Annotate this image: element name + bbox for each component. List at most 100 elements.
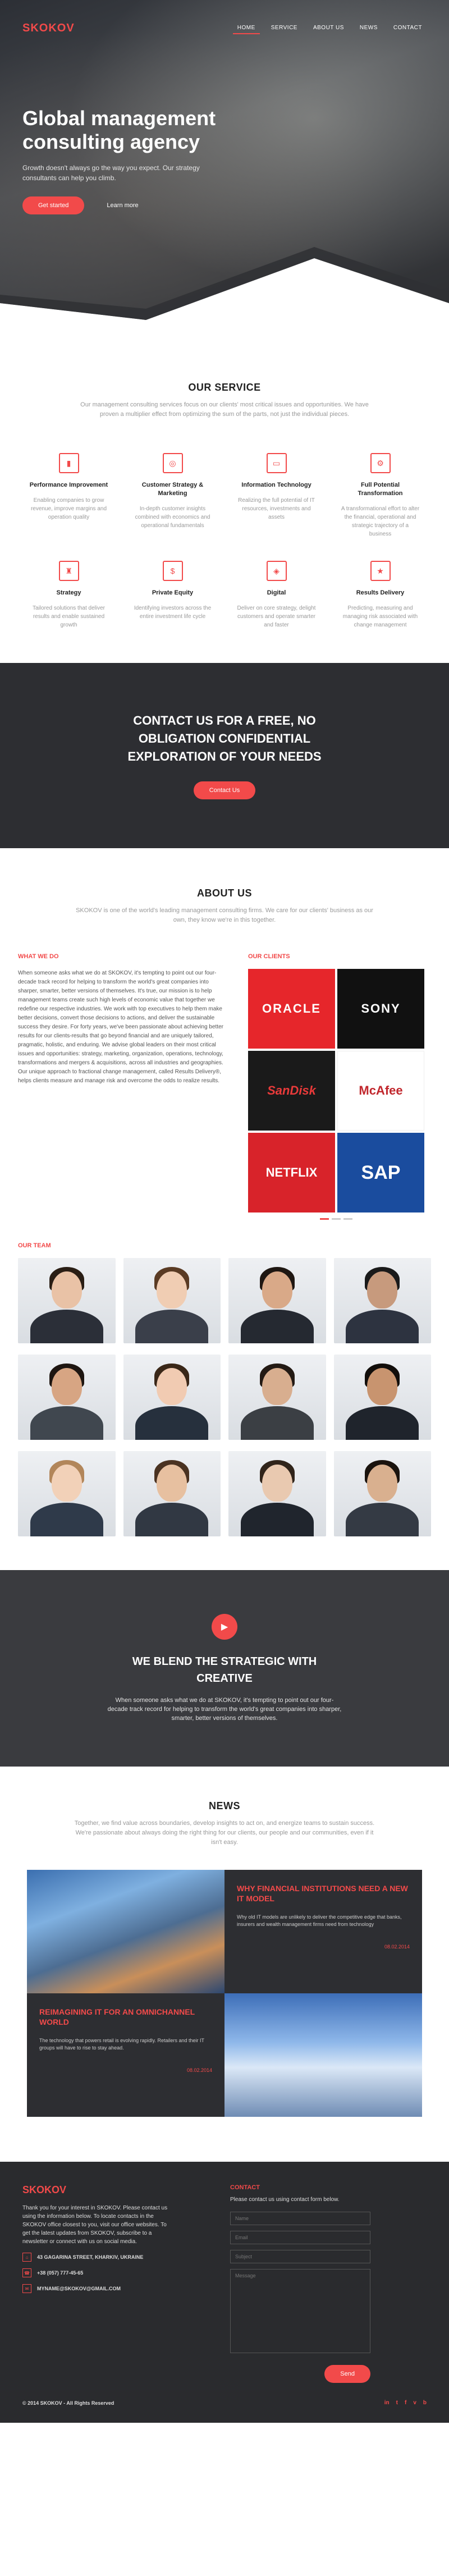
- team-member-photo[interactable]: [18, 1451, 116, 1536]
- contact-banner: CONTACT US FOR A FREE, NO OBLIGATION CON…: [0, 663, 449, 848]
- contact-form-title: CONTACT: [230, 2184, 260, 2191]
- footer-bottom-bar: © 2014 SKOKOV - All Rights Reserved in t…: [22, 2400, 427, 2406]
- subject-field[interactable]: [230, 2250, 370, 2263]
- nav-news[interactable]: NEWS: [355, 22, 382, 34]
- video-section: ▶ WE BLEND THE STRATEGIC WITH CREATIVE W…: [0, 1570, 449, 1767]
- service-text: Realizing the full potential of IT resou…: [238, 497, 315, 520]
- carousel-dot[interactable]: [343, 1218, 352, 1220]
- nav-home[interactable]: HOME: [232, 22, 260, 34]
- member-body: [135, 1310, 209, 1343]
- team-grid: [18, 1258, 431, 1536]
- hero-title: Global management consulting agency: [22, 107, 216, 153]
- about-columns: WHAT WE DO When someone asks what we do …: [18, 953, 431, 1220]
- member-body: [346, 1406, 419, 1440]
- member-body: [240, 1503, 314, 1536]
- phone-text: +38 (057) 777-45-65: [37, 2270, 84, 2276]
- send-button[interactable]: Send: [324, 2365, 370, 2383]
- service-title: Customer Strategy & Marketing: [141, 482, 204, 497]
- email-field[interactable]: [230, 2231, 370, 2244]
- member-body: [30, 1503, 103, 1536]
- address-text: 43 GAGARINA STREET, KHARKIV, UKRAINE: [37, 2254, 144, 2260]
- what-we-do: WHAT WE DO When someone asks what we do …: [18, 953, 226, 1220]
- phone-icon: ☎: [22, 2268, 31, 2277]
- member-face: [367, 1368, 398, 1405]
- carousel-dot[interactable]: [332, 1218, 341, 1220]
- behance-icon[interactable]: b: [423, 2400, 427, 2406]
- news-card[interactable]: REIMAGINING IT FOR AN OMNICHANNEL WORLD …: [27, 1993, 224, 2117]
- team-member-photo[interactable]: [18, 1258, 116, 1343]
- facebook-icon[interactable]: f: [405, 2400, 406, 2406]
- team-member-photo[interactable]: [228, 1355, 326, 1440]
- team-title: OUR TEAM: [18, 1242, 51, 1249]
- learn-more-button[interactable]: Learn more: [95, 196, 149, 214]
- nav-contact[interactable]: CONTACT: [389, 22, 427, 34]
- video-title: WE BLEND THE STRATEGIC WITH CREATIVE: [132, 1655, 317, 1685]
- news-image-city[interactable]: [27, 1870, 224, 1993]
- news-image-mall[interactable]: [224, 1993, 422, 2117]
- member-face: [157, 1465, 187, 1502]
- news-card-text: The technology that powers retail is evo…: [39, 2038, 204, 2051]
- top-nav: SKOKOV HOME SERVICE ABOUT US NEWS CONTAC…: [0, 0, 449, 56]
- service-card: ▭ Information Technology Realizing the ful…: [230, 453, 323, 538]
- vimeo-icon[interactable]: v: [413, 2400, 416, 2406]
- contact-banner-title: CONTACT US FOR A FREE, NO OBLIGATION CON…: [127, 713, 322, 763]
- team-member-photo[interactable]: [123, 1258, 221, 1343]
- twitter-icon[interactable]: t: [396, 2400, 398, 2406]
- client-logo-sony: SONY: [337, 969, 424, 1049]
- team-member-photo[interactable]: [18, 1355, 116, 1440]
- member-body: [30, 1310, 103, 1343]
- email-text[interactable]: MYNAME@SKOKOV@GMAIL.COM: [37, 2286, 121, 2291]
- member-body: [346, 1503, 419, 1536]
- logo[interactable]: SKOKOV: [22, 22, 75, 35]
- member-face: [367, 1465, 398, 1502]
- service-title: Full Potential Transformation: [358, 482, 403, 497]
- team-member-photo[interactable]: [333, 1258, 431, 1343]
- nav-menu: HOME SERVICE ABOUT US NEWS CONTACT: [232, 22, 427, 34]
- news-card[interactable]: WHY FINANCIAL INSTITUTIONS NEED A NEW IT…: [224, 1870, 422, 1993]
- address-line: ⌂ 43 GAGARINA STREET, KHARKIV, UKRAINE: [22, 2253, 168, 2262]
- email-line: ✉ MYNAME@SKOKOV@GMAIL.COM: [22, 2284, 168, 2293]
- monitor-icon: ▭: [266, 453, 287, 473]
- service-title: Digital: [267, 589, 286, 596]
- team-member-photo[interactable]: [228, 1451, 326, 1536]
- service-title: Performance Improvement: [29, 482, 108, 488]
- message-field[interactable]: [230, 2269, 370, 2353]
- team-member-photo[interactable]: [123, 1355, 221, 1440]
- team-member-photo[interactable]: [123, 1451, 221, 1536]
- services-subtitle: Our management consulting services focus…: [80, 401, 369, 418]
- our-clients: OUR CLIENTS ORACLE SONY SanDisk McAfee N…: [248, 953, 424, 1220]
- member-face: [51, 1271, 82, 1308]
- hero-content: Global management consulting agency Grow…: [22, 107, 292, 214]
- nav-service[interactable]: SERVICE: [267, 22, 302, 34]
- news-card-title[interactable]: REIMAGINING IT FOR AN OMNICHANNEL WORLD: [39, 2007, 212, 2027]
- copyright: © 2014 SKOKOV - All Rights Reserved: [22, 2400, 114, 2406]
- gear-icon: ⚙: [370, 453, 391, 473]
- service-card: ◈ Digital Deliver on core strategy, deligh…: [230, 561, 323, 629]
- play-icon[interactable]: ▶: [212, 1614, 237, 1640]
- team-block: OUR TEAM: [18, 1242, 431, 1536]
- name-field[interactable]: [230, 2212, 370, 2225]
- contact-form: CONTACT Please contact us using contact …: [230, 2184, 370, 2383]
- news-grid: WHY FINANCIAL INSTITUTIONS NEED A NEW IT…: [27, 1870, 422, 2117]
- member-face: [157, 1271, 187, 1308]
- service-card: ◎ Customer Strategy & Marketing In-depth c…: [126, 453, 219, 538]
- team-member-photo[interactable]: [333, 1451, 431, 1536]
- member-face: [51, 1368, 82, 1405]
- service-text: A transformational effort to alter the f…: [341, 506, 420, 537]
- nav-about[interactable]: ABOUT US: [309, 22, 349, 34]
- location-icon: ⌂: [22, 2253, 31, 2262]
- carousel-dots: [248, 1218, 424, 1220]
- hero-text: Growth doesn't always go the way you exp…: [22, 164, 200, 182]
- linkedin-icon[interactable]: in: [384, 2400, 390, 2406]
- get-started-button[interactable]: Get started: [22, 196, 85, 214]
- client-logo-netflix: NETFLIX: [248, 1133, 335, 1212]
- carousel-dot[interactable]: [320, 1218, 329, 1220]
- team-member-photo[interactable]: [228, 1258, 326, 1343]
- what-we-do-title: WHAT WE DO: [18, 953, 59, 960]
- contact-us-button[interactable]: Contact Us: [193, 781, 256, 799]
- team-member-photo[interactable]: [333, 1355, 431, 1440]
- footer-logo[interactable]: SKOKOV: [22, 2184, 168, 2196]
- member-body: [346, 1310, 419, 1343]
- news-card-title[interactable]: WHY FINANCIAL INSTITUTIONS NEED A NEW IT…: [237, 1883, 410, 1904]
- service-title: Results Delivery: [356, 589, 405, 596]
